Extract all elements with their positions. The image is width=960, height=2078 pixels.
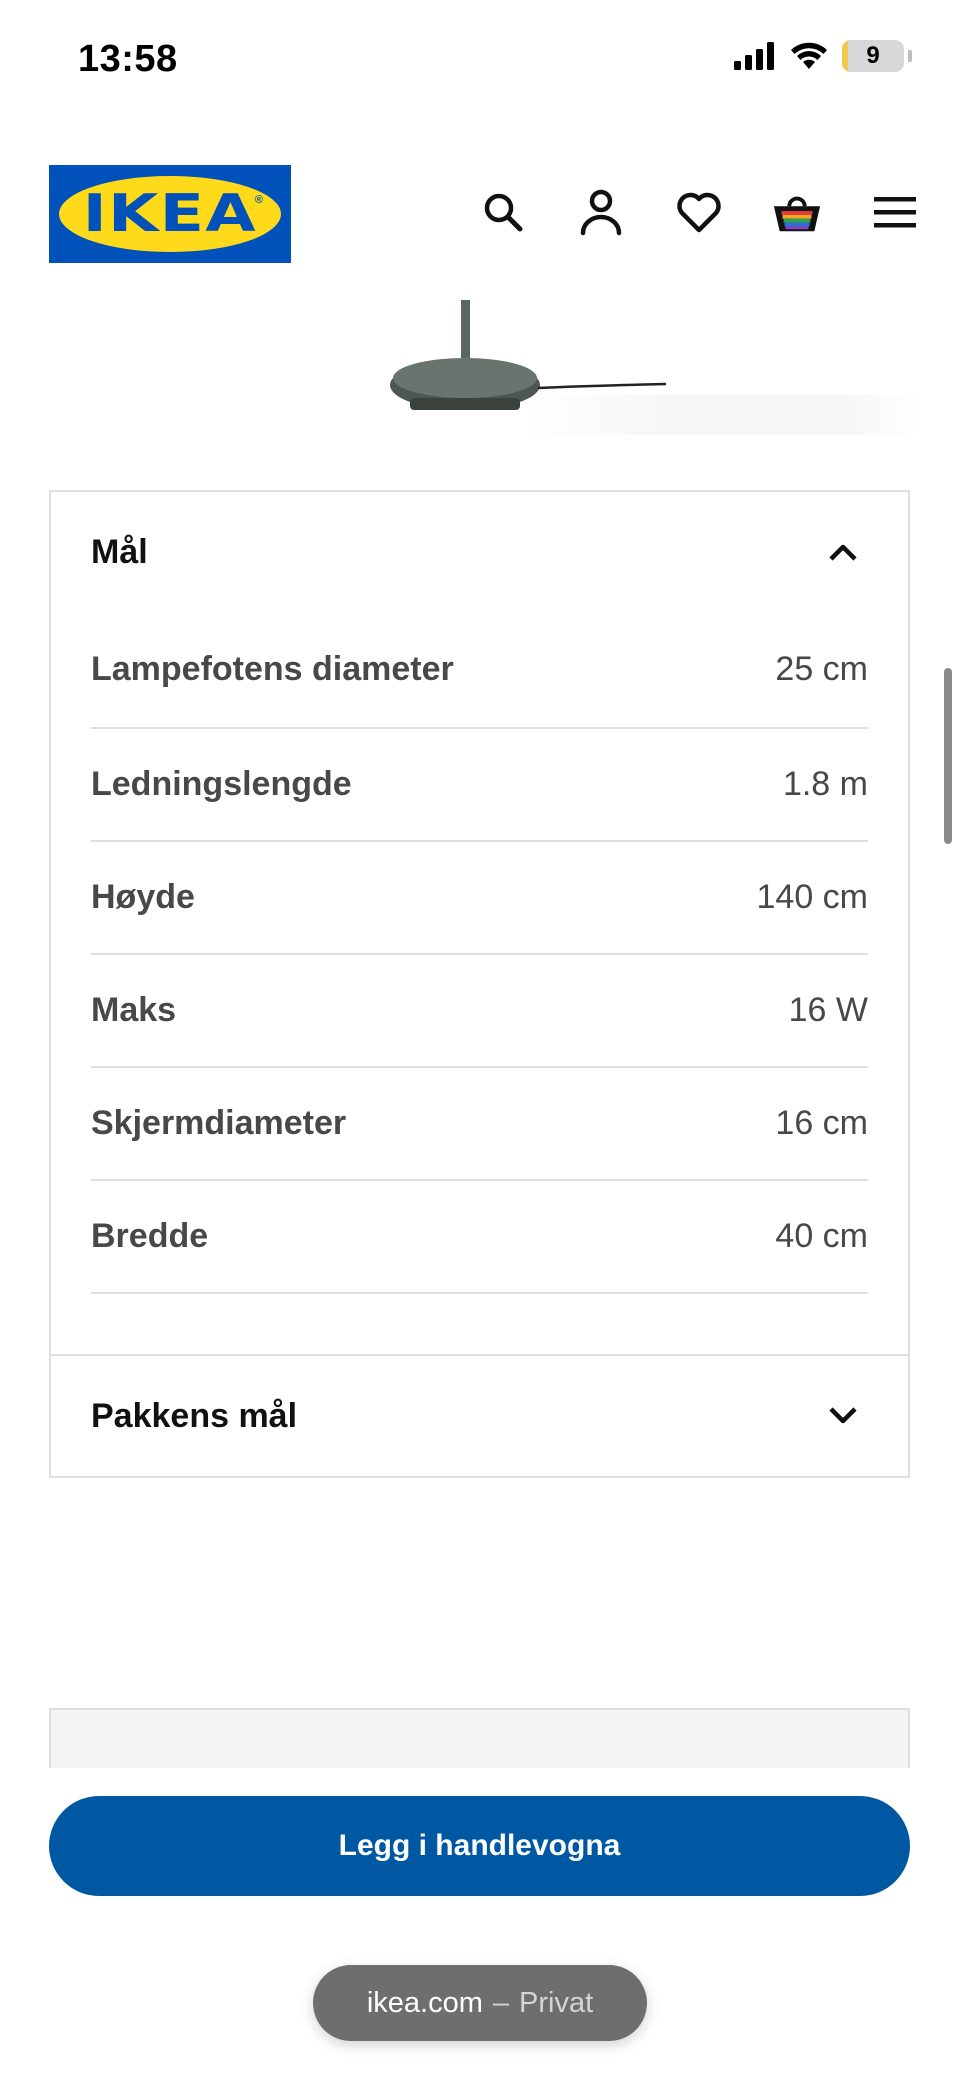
url-separator: – [492,1986,510,2019]
dimension-label: Bredde [91,1217,209,1255]
battery-level: 9 [866,42,880,69]
site-header: IKEA ® [0,165,960,265]
dimension-row: Bredde 40 cm [91,1181,868,1294]
status-time: 13:58 [78,38,178,80]
dimensions-title: Mål [91,532,148,571]
add-to-cart-button[interactable]: Legg i handlevogna [49,1796,910,1896]
heart-icon[interactable] [674,187,724,237]
ikea-logo[interactable]: IKEA ® [49,165,291,263]
dimensions-accordion-header[interactable]: Mål [51,492,908,612]
dimension-label: Lampefotens diameter [91,650,454,688]
dimension-row: Maks 16 W [91,955,868,1068]
browser-address-pill[interactable]: ikea.com – Privat [313,1965,647,2041]
header-nav [478,187,920,237]
dimensions-accordion: Mål Lampefotens diameter 25 cm Ledningsl… [49,490,910,1478]
dimension-row: Høyde 140 cm [91,842,868,955]
status-icons: 9 [734,40,912,72]
status-bar: 13:58 9 [0,0,960,120]
dimension-row: Skjermdiameter 16 cm [91,1068,868,1181]
url-domain: ikea.com [366,1986,483,2019]
dimension-label: Maks [91,991,177,1029]
registered-mark-icon: ® [254,194,263,206]
cellular-signal-icon [734,42,774,70]
page-scrollbar[interactable] [944,668,952,844]
battery-cap [908,50,912,62]
logo-text: IKEA [82,184,258,244]
package-accordion-header[interactable]: Pakkens mål [51,1356,908,1476]
dimensions-list: Lampefotens diameter 25 cm Ledningslengd… [51,612,908,1354]
search-icon[interactable] [478,187,528,237]
dimension-label: Høyde [91,878,195,916]
logo-oval: IKEA ® [59,176,281,252]
chevron-down-icon[interactable] [828,1406,858,1426]
private-mode-label: Privat [519,1986,594,2019]
dimension-value: 1.8 m [782,765,868,803]
wifi-icon [791,42,827,69]
dimension-label: Ledningslengde [91,765,352,803]
dimension-row: Lampefotens diameter 25 cm [91,612,868,729]
account-icon[interactable] [576,187,626,237]
basket-icon[interactable] [772,187,822,237]
battery-icon: 9 [842,40,904,72]
menu-icon[interactable] [870,187,920,237]
dimension-value: 16 W [788,991,868,1029]
floor-lamp-base-image [390,300,667,410]
dimension-value: 25 cm [775,650,868,688]
dimension-value: 140 cm [756,878,869,916]
dimension-label: Skjermdiameter [91,1104,347,1142]
dimension-row: Ledningslengde 1.8 m [91,729,868,842]
next-section-panel [49,1708,910,1768]
dimension-value: 16 cm [775,1104,868,1142]
chevron-up-icon[interactable] [828,542,858,562]
dimension-value: 40 cm [775,1217,868,1255]
battery-fill [842,40,848,72]
package-dimensions-title: Pakkens mål [91,1396,298,1435]
